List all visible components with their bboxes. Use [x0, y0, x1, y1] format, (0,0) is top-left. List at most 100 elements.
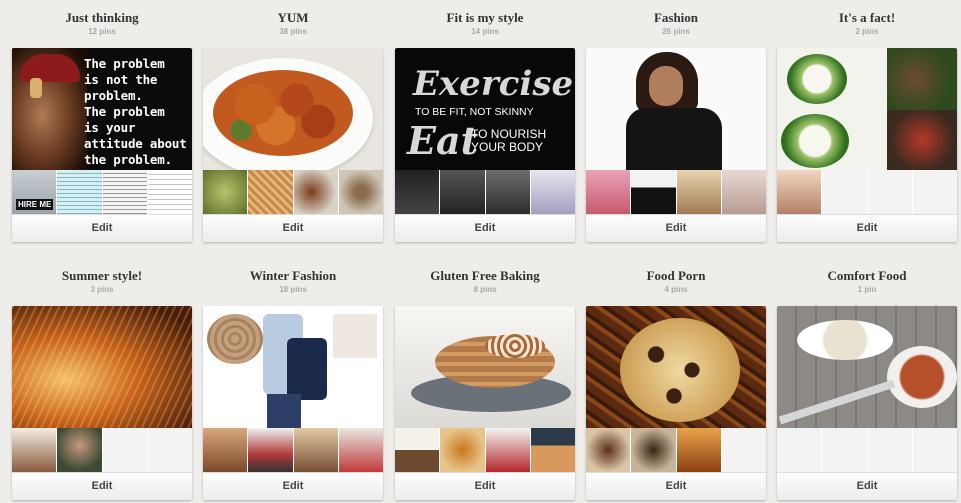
- thumbnail[interactable]: [676, 170, 721, 214]
- board-cover-image[interactable]: [777, 306, 957, 428]
- thumbnail[interactable]: [586, 170, 631, 214]
- edit-board-button[interactable]: Edit: [12, 472, 192, 500]
- thumbnail[interactable]: [395, 428, 440, 472]
- board-card[interactable]: The problem is not the problem. The problem…: [12, 48, 192, 242]
- thumbnail[interactable]: [631, 170, 676, 214]
- edit-board-button[interactable]: Edit: [777, 472, 957, 500]
- cover-text-nourish: TO NOURISH YOUR BODY: [471, 127, 547, 154]
- board-card[interactable]: Exercise TO BE FIT, NOT SKINNY Eat TO NO…: [395, 48, 575, 242]
- pin-count: 8 pins: [473, 285, 497, 294]
- edit-board-button[interactable]: Edit: [203, 472, 383, 500]
- board-title[interactable]: Fashion: [586, 10, 766, 26]
- board-winter-fashion: Winter Fashion 18 pins Edit: [203, 268, 383, 500]
- thumbnail[interactable]: [338, 428, 383, 472]
- cover-text-eat: Eat: [407, 118, 479, 163]
- edit-board-button[interactable]: Edit: [395, 472, 575, 500]
- board-cover-image[interactable]: [12, 306, 192, 428]
- pin-count: 18 pins: [279, 285, 307, 294]
- board-cover-image[interactable]: [586, 48, 766, 170]
- board-title[interactable]: Winter Fashion: [203, 268, 383, 284]
- board-cover-image[interactable]: The problem is not the problem. The problem…: [12, 48, 192, 170]
- edit-board-button[interactable]: Edit: [777, 214, 957, 242]
- edit-board-button[interactable]: Edit: [12, 214, 192, 242]
- board-just-thinking: Just thinking 12 pins The problem is not …: [12, 10, 192, 242]
- thumbnail[interactable]: [248, 428, 293, 472]
- cover-quote: The problem is not the problem. The problem…: [84, 56, 187, 167]
- thumbnail[interactable]: [586, 428, 631, 472]
- thumbnail[interactable]: [440, 170, 485, 214]
- board-thumbnails: [586, 170, 766, 214]
- board-title[interactable]: YUM: [203, 10, 383, 26]
- pin-count: 26 pins: [662, 27, 690, 36]
- board-thumbnails: [395, 428, 575, 472]
- pin-count: 4 pins: [664, 285, 688, 294]
- cover-text-exercise: Exercise: [413, 64, 574, 104]
- board-fashion: Fashion 26 pins Edit: [586, 10, 766, 242]
- board-title[interactable]: Food Porn: [586, 268, 766, 284]
- board-title[interactable]: Just thinking: [12, 10, 192, 26]
- board-card[interactable]: Edit: [12, 306, 192, 500]
- thumbnail[interactable]: [485, 170, 530, 214]
- board-cover-image[interactable]: [203, 306, 383, 428]
- board-comfort-food: Comfort Food 1 pin Edit: [777, 268, 957, 500]
- thumbnail-empty: [147, 428, 192, 472]
- pin-count: 2 pins: [855, 27, 879, 36]
- thumbnail[interactable]: [147, 170, 192, 214]
- thumbnail[interactable]: [530, 428, 575, 472]
- board-card[interactable]: Edit: [777, 48, 957, 242]
- thumbnail[interactable]: [395, 170, 440, 214]
- edit-board-button[interactable]: Edit: [586, 214, 766, 242]
- pin-count: 1 pin: [857, 285, 877, 294]
- board-card[interactable]: Edit: [586, 306, 766, 500]
- board-food-porn: Food Porn 4 pins Edit: [586, 268, 766, 500]
- board-cover-image[interactable]: [777, 48, 957, 170]
- board-card[interactable]: Edit: [203, 306, 383, 500]
- thumbnail[interactable]: [102, 170, 147, 214]
- board-cover-image[interactable]: [203, 48, 383, 170]
- board-thumbnails: [12, 428, 192, 472]
- board-cover-image[interactable]: [395, 306, 575, 428]
- thumbnail[interactable]: [485, 428, 530, 472]
- thumbnail[interactable]: [203, 428, 248, 472]
- board-thumbnails: [395, 170, 575, 214]
- board-card[interactable]: Edit: [395, 306, 575, 500]
- thumbnail[interactable]: [293, 428, 338, 472]
- board-thumbnails: HIRE ME: [12, 170, 192, 214]
- board-card[interactable]: Edit: [777, 306, 957, 500]
- edit-board-button[interactable]: Edit: [586, 472, 766, 500]
- thumbnail-empty: [912, 170, 957, 214]
- thumbnail-caption: HIRE ME: [16, 199, 54, 210]
- thumbnail[interactable]: [721, 170, 766, 214]
- board-title[interactable]: Summer style!: [12, 268, 192, 284]
- thumbnail[interactable]: [440, 428, 485, 472]
- board-title[interactable]: It's a fact!: [777, 10, 957, 26]
- board-cover-image[interactable]: Exercise TO BE FIT, NOT SKINNY Eat TO NO…: [395, 48, 575, 170]
- board-title[interactable]: Gluten Free Baking: [395, 268, 575, 284]
- thumbnail[interactable]: [777, 170, 822, 214]
- thumbnail[interactable]: [530, 170, 575, 214]
- board-title[interactable]: Comfort Food: [777, 268, 957, 284]
- board-card[interactable]: Edit: [586, 48, 766, 242]
- edit-board-button[interactable]: Edit: [203, 214, 383, 242]
- thumbnail[interactable]: [248, 170, 293, 214]
- board-thumbnails: [203, 170, 383, 214]
- board-summer-style: Summer style! 3 pins Edit: [12, 268, 192, 500]
- board-title[interactable]: Fit is my style: [395, 10, 575, 26]
- thumbnail[interactable]: [203, 170, 248, 214]
- board-gluten-free-baking: Gluten Free Baking 8 pins Edit: [395, 268, 575, 500]
- board-yum: YUM 38 pins Edit: [203, 10, 383, 242]
- thumbnail[interactable]: [631, 428, 676, 472]
- thumbnail[interactable]: [293, 170, 338, 214]
- thumbnail[interactable]: [57, 428, 102, 472]
- thumbnail-empty: [777, 428, 822, 472]
- thumbnail[interactable]: [57, 170, 102, 214]
- edit-board-button[interactable]: Edit: [395, 214, 575, 242]
- pin-count: 14 pins: [471, 27, 499, 36]
- thumbnail[interactable]: [676, 428, 721, 472]
- board-thumbnails: [586, 428, 766, 472]
- thumbnail[interactable]: [12, 428, 57, 472]
- thumbnail[interactable]: [338, 170, 383, 214]
- board-card[interactable]: Edit: [203, 48, 383, 242]
- board-cover-image[interactable]: [586, 306, 766, 428]
- thumbnail[interactable]: HIRE ME: [12, 170, 57, 214]
